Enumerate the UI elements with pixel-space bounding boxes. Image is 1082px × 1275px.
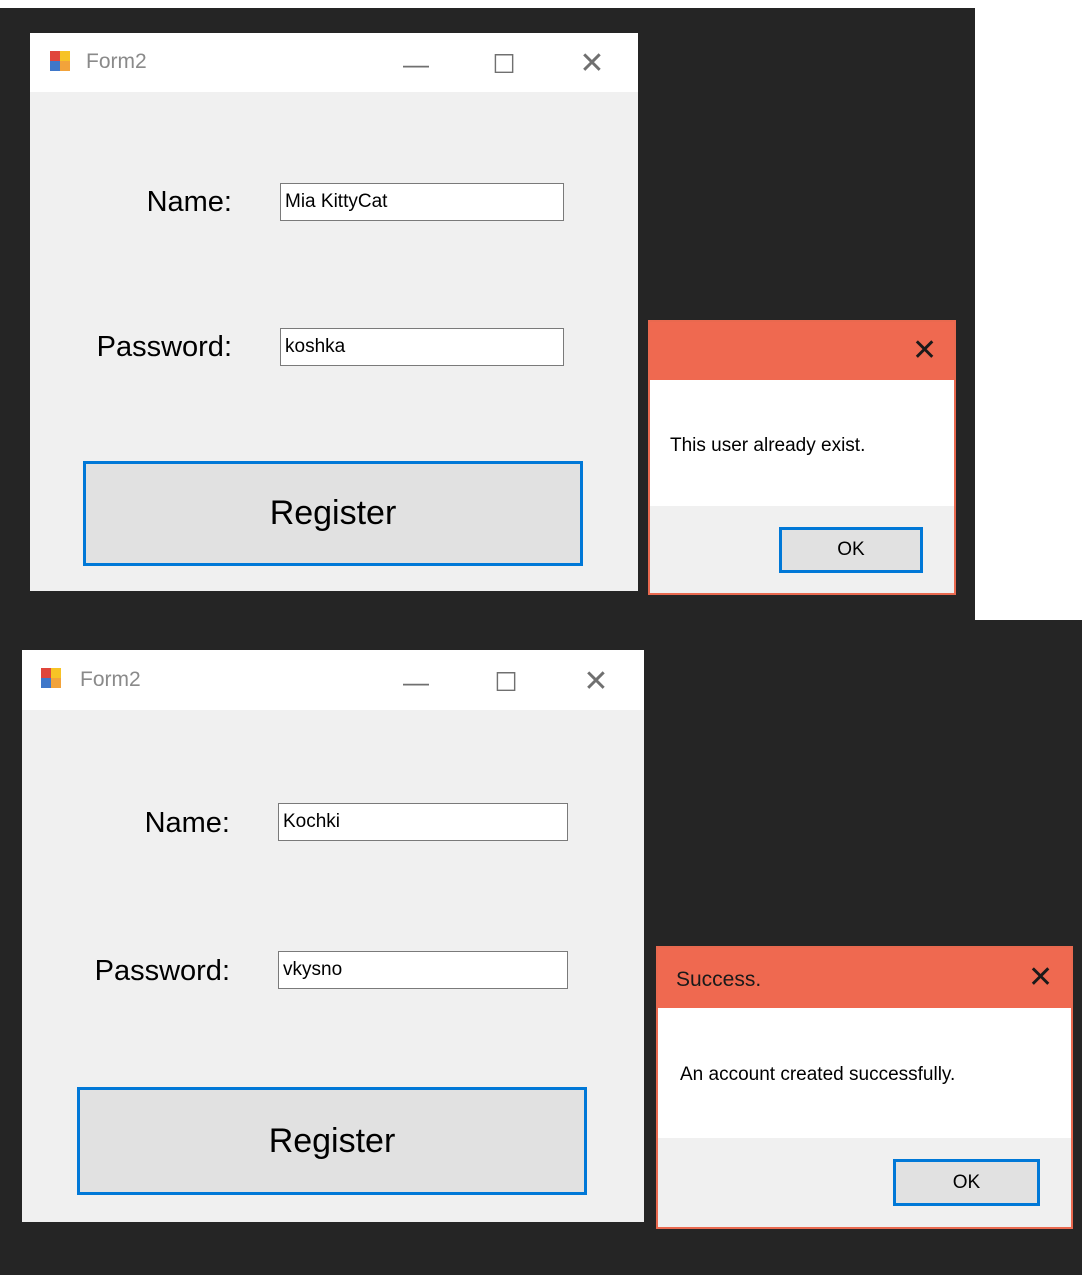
close-icon[interactable]: ✕ [582, 667, 610, 697]
name-label: Name: [144, 807, 230, 839]
password-input[interactable]: koshka [280, 328, 564, 366]
maximize-icon[interactable]: ☐ [492, 669, 520, 695]
app-icon [41, 668, 61, 688]
password-label: Password: [96, 331, 232, 363]
close-icon[interactable]: ✕ [1028, 963, 1053, 993]
password-label: Password: [94, 955, 230, 987]
password-input[interactable]: vkysno [278, 951, 568, 989]
maximize-icon[interactable]: ☐ [490, 51, 518, 77]
register-button[interactable]: Register [83, 461, 583, 566]
form-window-1: Form2 — ☐ ✕ Name: Mia KittyCat Password:… [30, 33, 638, 591]
name-input[interactable]: Mia KittyCat [280, 183, 564, 221]
messagebox-message: An account created successfully. [680, 1064, 956, 1085]
name-label: Name: [146, 186, 232, 218]
messagebox-body: An account created successfully. [658, 1008, 1071, 1138]
messagebox-title: Success. [676, 968, 762, 991]
close-icon[interactable]: ✕ [578, 49, 606, 79]
window-titlebar: Form2 — ☐ ✕ [22, 650, 644, 710]
messagebox-message: This user already exist. [670, 435, 866, 456]
ok-button[interactable]: OK [779, 527, 923, 573]
minimize-icon[interactable]: — [402, 669, 430, 695]
name-input[interactable]: Kochki [278, 803, 568, 841]
window-title: Form2 [86, 50, 147, 73]
window-title: Form2 [80, 668, 141, 691]
app-icon [50, 51, 70, 71]
messagebox-titlebar: ✕ [650, 322, 954, 380]
messagebox-titlebar: Success. ✕ [658, 948, 1071, 1008]
register-button[interactable]: Register [77, 1087, 587, 1195]
messagebox-1: ✕ This user already exist. OK [648, 320, 956, 595]
messagebox-2: Success. ✕ An account created successful… [656, 946, 1073, 1229]
window-titlebar: Form2 — ☐ ✕ [30, 33, 638, 92]
form-window-2: Form2 — ☐ ✕ Name: Kochki Password: vkysn… [22, 650, 644, 1222]
messagebox-body: This user already exist. [650, 380, 954, 506]
ok-button[interactable]: OK [893, 1159, 1040, 1206]
close-icon[interactable]: ✕ [912, 336, 937, 366]
minimize-icon[interactable]: — [402, 51, 430, 77]
